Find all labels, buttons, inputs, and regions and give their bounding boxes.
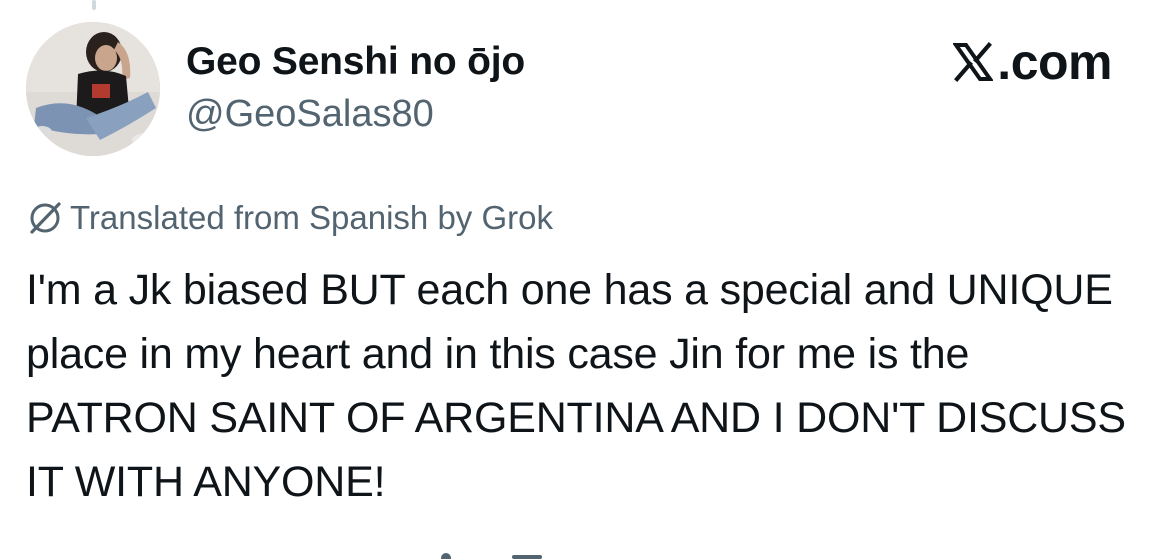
user-handle[interactable]: @GeoSalas80 <box>186 90 525 138</box>
translation-notice[interactable]: Translated from Spanish by Grok <box>26 196 553 240</box>
brand-domain-text: .com <box>997 34 1112 90</box>
avatar[interactable] <box>26 22 160 156</box>
brand-watermark: .com <box>953 30 1112 94</box>
tweet-text: I'm a Jk biased BUT each one has a speci… <box>26 266 1126 506</box>
grok-icon <box>30 202 61 234</box>
translation-label: Translated from Spanish by Grok <box>70 199 553 236</box>
action-bar-partial <box>441 553 542 559</box>
user-info: Geo Senshi no ōjo @GeoSalas80 <box>186 36 525 138</box>
reply-icon[interactable] <box>441 553 451 559</box>
x-logo-icon <box>953 42 994 82</box>
thread-connector-line <box>92 0 96 10</box>
profile-photo <box>26 22 160 156</box>
display-name[interactable]: Geo Senshi no ōjo <box>186 36 525 88</box>
retweet-icon[interactable] <box>512 555 542 559</box>
